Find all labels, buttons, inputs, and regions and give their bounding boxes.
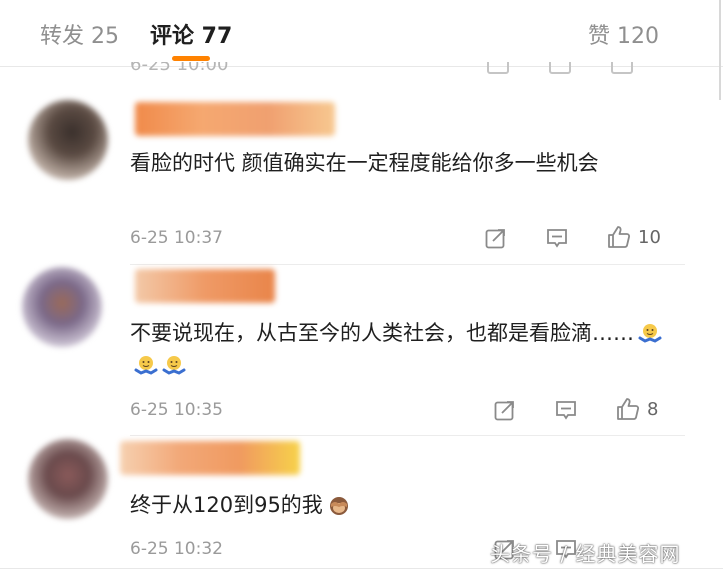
share-button[interactable] [493, 398, 517, 422]
bottom-divider [0, 568, 723, 569]
comment-icon[interactable] [549, 62, 571, 74]
comment-time: 6-25 10:37 [130, 228, 223, 248]
shrug-emoji [162, 356, 186, 375]
comment-text-body: 终于从120到95的我 [130, 493, 323, 517]
comment-icon [547, 229, 567, 248]
avatar[interactable] [28, 439, 108, 519]
thumbs-up-icon [608, 226, 631, 248]
reply-button[interactable] [554, 398, 578, 422]
comment-text: 看脸的时代 颜值确实在一定程度能给你多一些机会 [130, 151, 599, 175]
shrug-emoji [134, 356, 158, 375]
comment-icon [556, 401, 576, 420]
tab-bar: 转发 25 评论 77 赞 120 [0, 0, 723, 67]
share-icon[interactable] [487, 62, 509, 74]
comment-time: 6-25 10:32 [130, 539, 223, 559]
divider [130, 264, 685, 265]
previous-comment-time: 6-25 10:00 [130, 62, 229, 75]
see-no-evil-monkey-emoji [329, 497, 348, 515]
comment-text: 不要说现在，从古至今的人类社会，也都是看脸滴…… [130, 317, 670, 381]
like-button[interactable]: 10 [606, 224, 661, 250]
shrug-emoji [638, 324, 662, 343]
thumbs-up-icon [617, 398, 640, 420]
reply-button[interactable] [545, 226, 569, 250]
like-button[interactable]: 8 [615, 396, 658, 422]
tab-like[interactable]: 赞 120 [588, 18, 659, 50]
share-icon [485, 229, 505, 249]
scroll-edge [719, 0, 721, 100]
like-count: 10 [638, 226, 661, 248]
watermark: 头条号 / 经典美容网 [490, 542, 681, 566]
username-redacted[interactable] [135, 269, 275, 303]
username-redacted[interactable] [120, 441, 300, 475]
share-icon [494, 401, 514, 421]
tab-comment[interactable]: 评论 77 [150, 18, 232, 50]
comment-time: 6-25 10:35 [130, 400, 223, 420]
previous-comment-meta: 6-25 10:00 [0, 62, 700, 76]
avatar[interactable] [28, 100, 108, 180]
active-tab-indicator [172, 56, 210, 61]
share-button[interactable] [484, 226, 508, 250]
like-count: 8 [647, 398, 659, 420]
comment-text-body: 不要说现在，从古至今的人类社会，也都是看脸滴…… [130, 321, 634, 345]
username-redacted[interactable] [135, 102, 335, 136]
comment-text: 终于从120到95的我 [130, 489, 670, 521]
avatar[interactable] [22, 267, 102, 347]
thumbs-up-icon[interactable] [611, 62, 633, 74]
divider [130, 435, 685, 436]
tab-forward[interactable]: 转发 25 [40, 18, 119, 50]
